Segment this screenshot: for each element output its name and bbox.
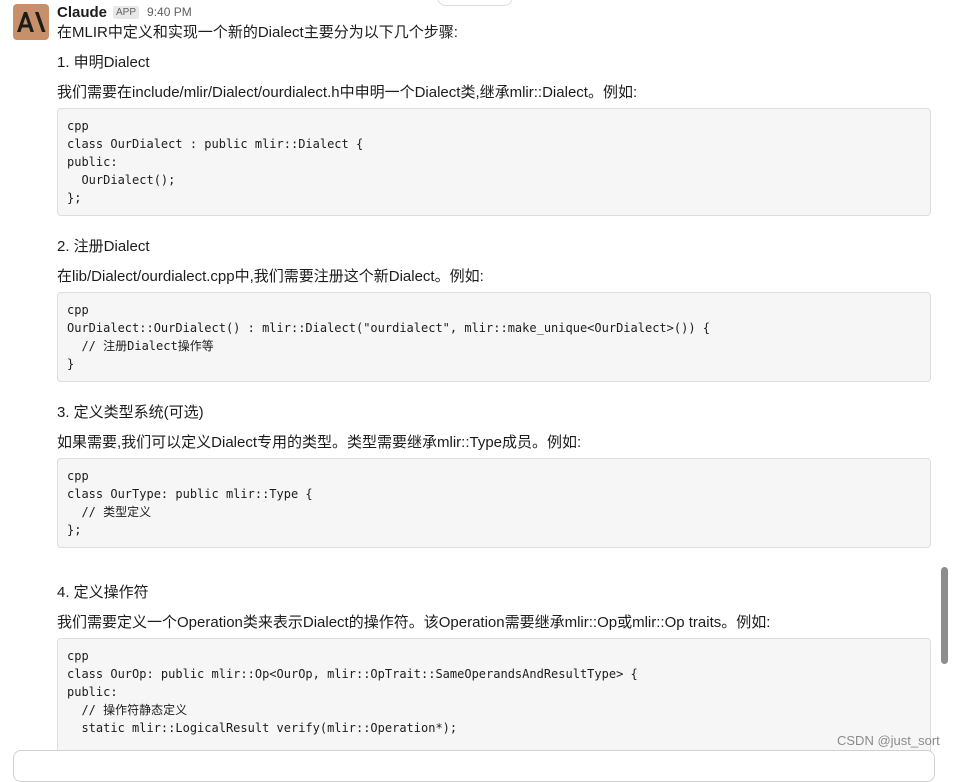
code-line: OurDialect(); xyxy=(67,173,176,187)
claude-avatar[interactable] xyxy=(13,4,49,40)
code-line: static mlir::LogicalResult verify(mlir::… xyxy=(67,721,458,735)
code-block-3[interactable]: cpp class OurType: public mlir::Type { /… xyxy=(57,458,931,548)
code-line: OurDialect::OurDialect() : mlir::Dialect… xyxy=(67,321,710,335)
code-line: // 操作符静态定义 xyxy=(67,703,188,717)
code-line: } xyxy=(67,357,75,371)
code-line: cpp xyxy=(67,469,89,483)
step-3-heading: 3. 定义类型系统(可选) xyxy=(57,404,204,421)
code-line: cpp xyxy=(67,649,89,663)
scrollbar-thumb[interactable] xyxy=(941,567,948,664)
code-line: }; xyxy=(67,191,82,205)
message-header: Claude APP 9:40 PM xyxy=(57,2,192,22)
step-1-description: 我们需要在include/mlir/Dialect/ourdialect.h中申… xyxy=(57,84,638,101)
intro-text: 在MLIR中定义和实现一个新的Dialect主要分为以下几个步骤: xyxy=(57,24,458,41)
watermark: CSDN @just_sort xyxy=(837,733,940,748)
code-line: // 注册Dialect操作等 xyxy=(67,339,214,353)
step-4-heading: 4. 定义操作符 xyxy=(57,584,149,601)
code-line: cpp xyxy=(67,119,89,133)
code-line: public: xyxy=(67,685,118,699)
code-line: class OurType: public mlir::Type { xyxy=(67,487,313,501)
message-composer[interactable] xyxy=(13,750,935,782)
app-badge: APP xyxy=(113,5,140,19)
step-1-heading: 1. 申明Dialect xyxy=(57,54,150,71)
step-3-description: 如果需要,我们可以定义Dialect专用的类型。类型需要继承mlir::Type… xyxy=(57,434,582,451)
anthropic-logo-icon xyxy=(17,12,46,32)
code-block-2[interactable]: cpp OurDialect::OurDialect() : mlir::Dia… xyxy=(57,292,931,382)
top-pill[interactable] xyxy=(437,0,513,6)
code-line: public: xyxy=(67,155,118,169)
sender-name[interactable]: Claude xyxy=(57,4,107,21)
code-line: // 类型定义 xyxy=(67,505,152,519)
step-2-heading: 2. 注册Dialect xyxy=(57,238,150,255)
step-2-description: 在lib/Dialect/ourdialect.cpp中,我们需要注册这个新Di… xyxy=(57,268,484,285)
code-line: }; xyxy=(67,523,82,537)
code-block-4[interactable]: cpp class OurOp: public mlir::Op<OurOp, … xyxy=(57,638,931,758)
code-block-1[interactable]: cpp class OurDialect : public mlir::Dial… xyxy=(57,108,931,216)
code-line: cpp xyxy=(67,303,89,317)
step-4-description: 我们需要定义一个Operation类来表示Dialect的操作符。该Operat… xyxy=(57,614,771,631)
timestamp[interactable]: 9:40 PM xyxy=(147,5,192,19)
code-line: class OurDialect : public mlir::Dialect … xyxy=(67,137,364,151)
code-line: class OurOp: public mlir::Op<OurOp, mlir… xyxy=(67,667,638,681)
